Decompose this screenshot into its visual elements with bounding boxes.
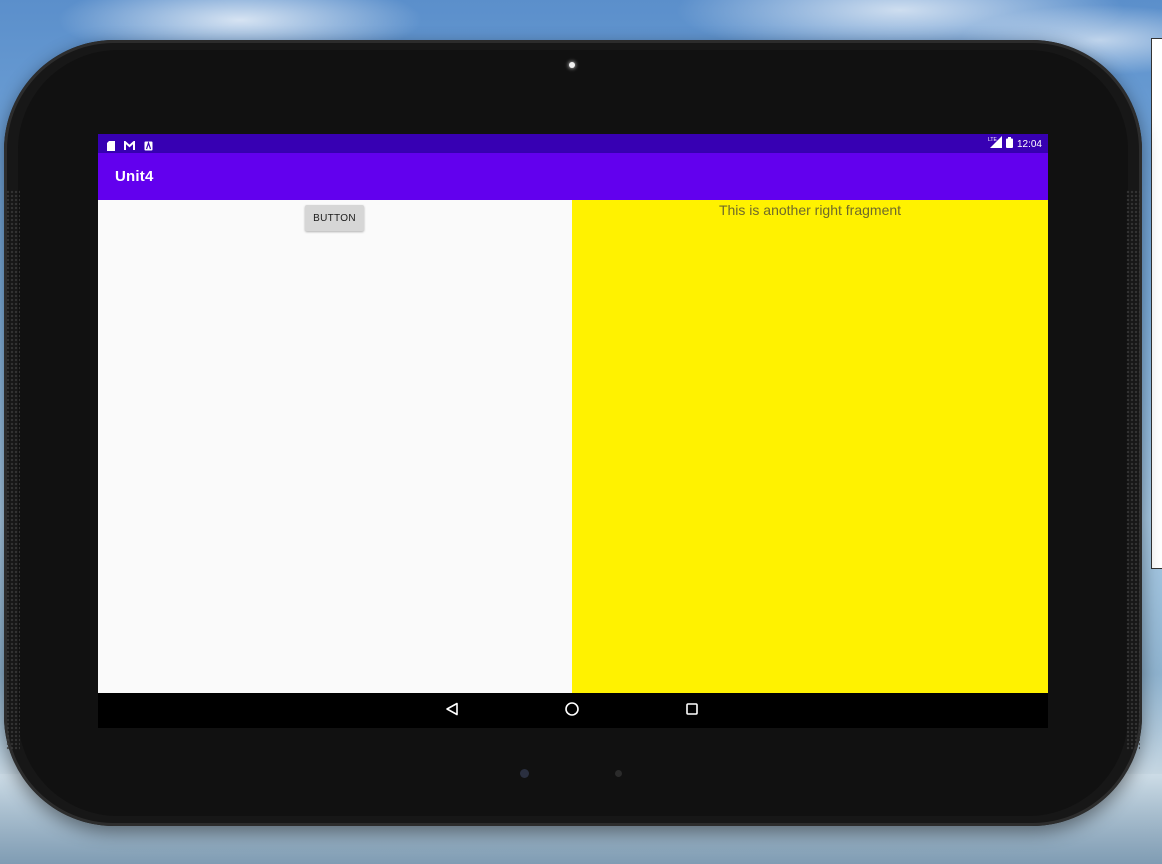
recents-button[interactable]: [682, 701, 702, 721]
back-icon: [445, 702, 459, 721]
left-fragment-button[interactable]: BUTTON: [305, 205, 364, 231]
front-camera-icon: [569, 62, 575, 68]
right-speaker-grille: [1126, 190, 1140, 750]
lte-signal-icon: LTE: [988, 136, 1002, 153]
fragment-container: BUTTON This is another right fragment: [98, 200, 1048, 693]
right-fragment: This is another right fragment: [572, 200, 1048, 693]
status-system-area: LTE 12:04: [988, 136, 1042, 153]
left-speaker-grille: [6, 190, 20, 750]
home-button[interactable]: [562, 701, 582, 721]
status-bar: LTE 12:04: [98, 134, 1048, 153]
status-clock: 12:04: [1016, 139, 1042, 150]
app-toolbar: Unit4: [98, 153, 1048, 200]
navigation-bar: [98, 693, 1048, 728]
device-screen: LTE 12:04 Unit4 BUTTON This is another r…: [98, 134, 1048, 728]
battery-icon: [1005, 136, 1013, 153]
network-type-label: LTE: [988, 137, 997, 143]
proximity-sensor-icon: [615, 770, 622, 777]
side-window-edge: [1151, 38, 1162, 569]
back-button[interactable]: [442, 701, 462, 721]
light-sensor-icon: [520, 769, 529, 778]
recents-icon: [685, 702, 699, 721]
left-fragment: BUTTON: [98, 200, 572, 693]
desktop-background: LTE 12:04 Unit4 BUTTON This is another r…: [0, 0, 1162, 864]
app-title: Unit4: [115, 168, 154, 185]
home-icon: [564, 701, 580, 722]
right-fragment-text: This is another right fragment: [718, 202, 902, 218]
